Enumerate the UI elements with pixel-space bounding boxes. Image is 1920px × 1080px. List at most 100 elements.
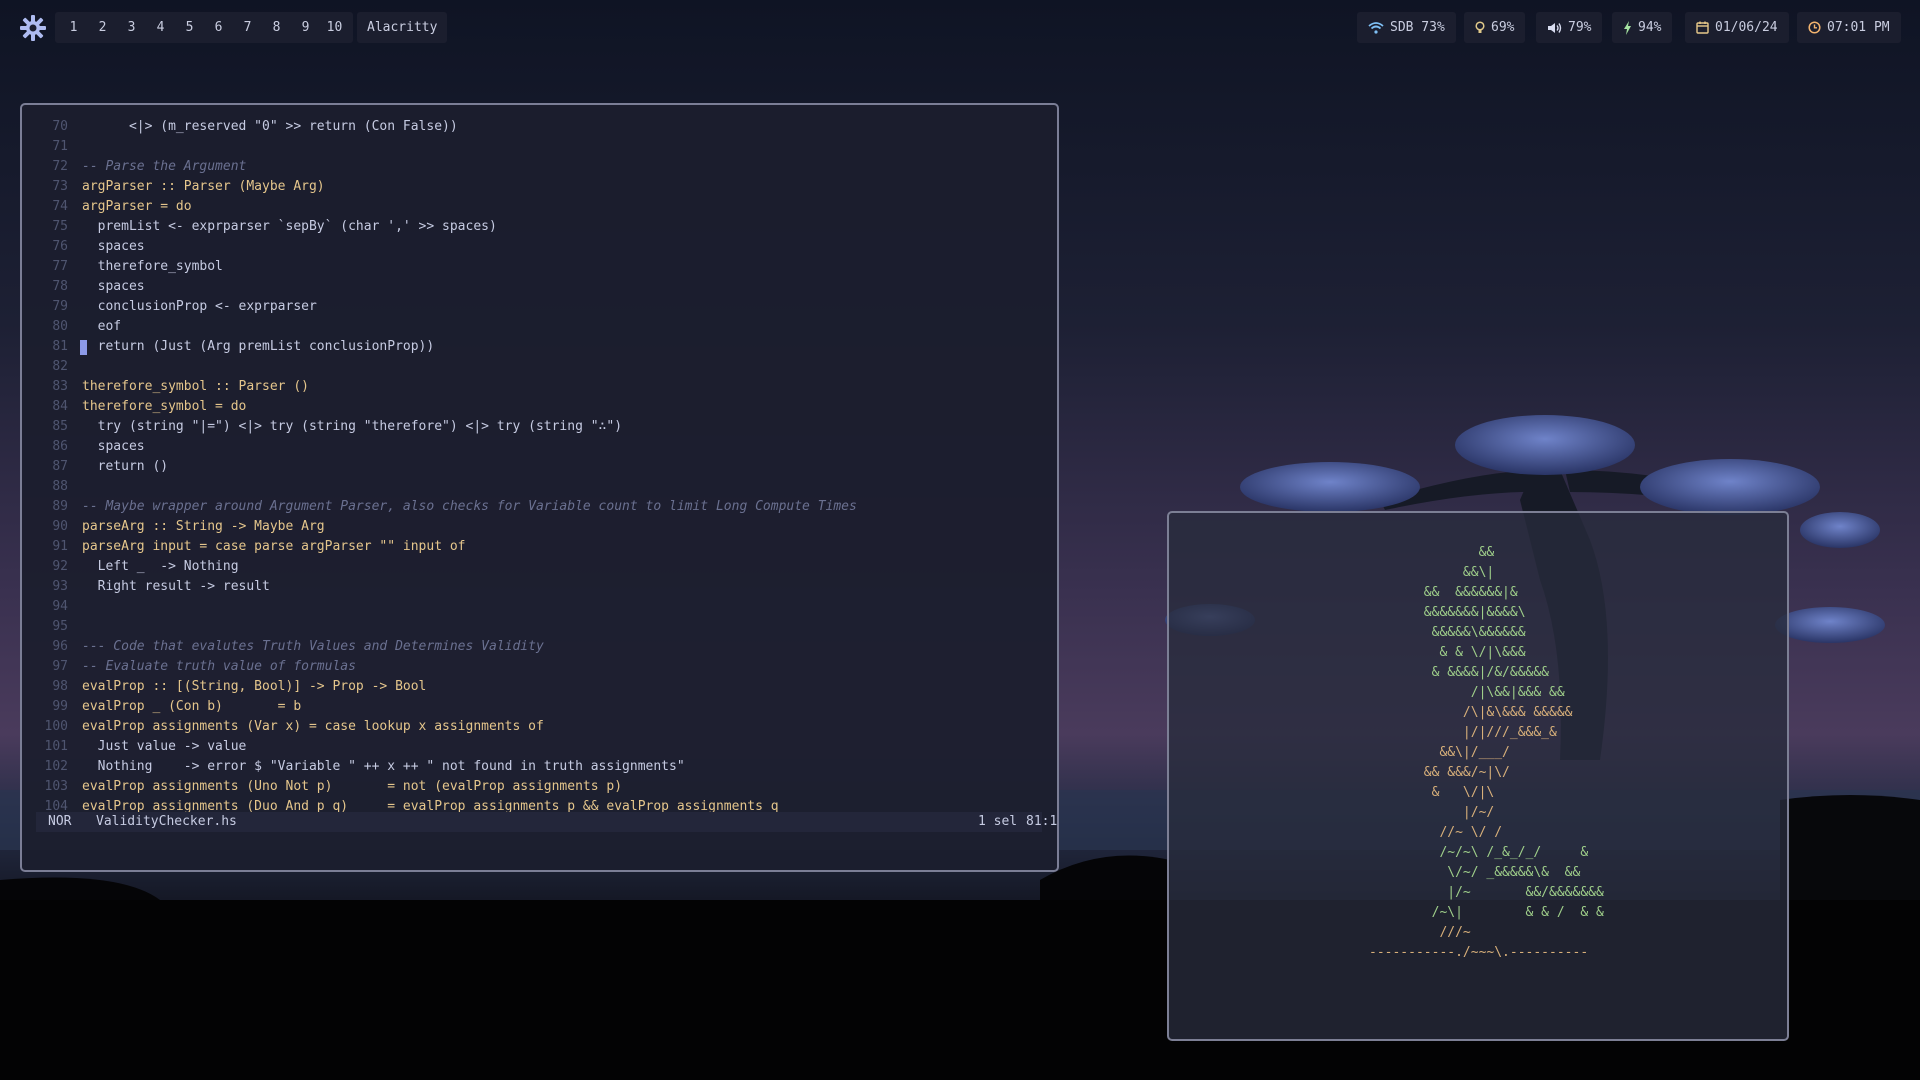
- code-line[interactable]: 96 --- Code that evalutes Truth Values an…: [22, 637, 1057, 657]
- code-line[interactable]: 88: [22, 477, 1057, 497]
- ascii-art-line: |/~/: [1462, 805, 1495, 820]
- code-buffer[interactable]: 70 <|> (m_reserved "0" >> return (Con Fa…: [22, 117, 1057, 817]
- wifi-icon: [1368, 21, 1384, 34]
- code-line[interactable]: 82: [22, 357, 1057, 377]
- line-text: therefore_symbol :: Parser (): [82, 379, 309, 394]
- ascii-art-window[interactable]: && &&\| && &&&&&&|& &&&&&&&|&&&&\ &&&&&\…: [1167, 511, 1789, 1041]
- code-line[interactable]: 97 -- Evaluate truth value of formulas: [22, 657, 1057, 677]
- ascii-tree-art: && &&\| && &&&&&&|& &&&&&&&|&&&&\ &&&&&\…: [1369, 543, 1604, 963]
- code-line[interactable]: 99 evalProp _ (Con b) = b: [22, 697, 1057, 717]
- code-line[interactable]: 92 Left _ -> Nothing: [22, 557, 1057, 577]
- code-line[interactable]: 98 evalProp :: [(String, Bool)] -> Prop -…: [22, 677, 1057, 697]
- code-line[interactable]: 84 therefore_symbol = do: [22, 397, 1057, 417]
- line-number: 80: [52, 319, 68, 334]
- volume-status[interactable]: 79%: [1536, 12, 1603, 43]
- code-line[interactable]: 101 Just value -> value: [22, 737, 1057, 757]
- mode-indicator: NOR: [48, 814, 72, 829]
- line-text: argParser = do: [82, 199, 192, 214]
- brightness-icon: [1475, 21, 1485, 33]
- code-line[interactable]: 70 <|> (m_reserved "0" >> return (Con Fa…: [22, 117, 1057, 137]
- code-line[interactable]: 93 Right result -> result: [22, 577, 1057, 597]
- brightness-label: 69%: [1491, 20, 1515, 35]
- line-number: 98: [52, 679, 68, 694]
- ascii-art-line: &&: [1478, 545, 1495, 560]
- code-line[interactable]: 91 parseArg input = case parse argParser …: [22, 537, 1057, 557]
- code-line[interactable]: 76 spaces: [22, 237, 1057, 257]
- line-text: evalProp _ (Con b) = b: [82, 699, 302, 714]
- line-text: therefore_symbol = do: [82, 399, 247, 414]
- workspace-7[interactable]: 7: [233, 20, 262, 35]
- workspace-5[interactable]: 5: [175, 20, 204, 35]
- code-line[interactable]: 100 evalProp assignments (Var x) = case l…: [22, 717, 1057, 737]
- line-number: 73: [52, 179, 68, 194]
- line-text: --- Code that evalutes Truth Values and …: [82, 639, 544, 654]
- editor-window[interactable]: 70 <|> (m_reserved "0" >> return (Con Fa…: [20, 103, 1059, 872]
- battery-status[interactable]: 94%: [1612, 12, 1673, 43]
- line-number: 75: [52, 219, 68, 234]
- settings-icon[interactable]: [16, 12, 50, 44]
- line-number: 101: [44, 739, 68, 754]
- workspace-2[interactable]: 2: [88, 20, 117, 35]
- code-line[interactable]: 73 argParser :: Parser (Maybe Arg): [22, 177, 1057, 197]
- line-number: 84: [52, 399, 68, 414]
- line-text: argParser :: Parser (Maybe Arg): [82, 179, 325, 194]
- code-line[interactable]: 75 premList <- exprparser `sepBy` (char …: [22, 217, 1057, 237]
- code-line[interactable]: 95: [22, 617, 1057, 637]
- workspace-8[interactable]: 8: [262, 20, 291, 35]
- line-number: 91: [52, 539, 68, 554]
- code-line[interactable]: 103 evalProp assignments (Uno Not p) = no…: [22, 777, 1057, 797]
- line-number: 87: [52, 459, 68, 474]
- code-line[interactable]: 79 conclusionProp <- exprparser: [22, 297, 1057, 317]
- code-line[interactable]: 77 therefore_symbol: [22, 257, 1057, 277]
- line-text: Nothing -> error $ "Variable " ++ x ++ "…: [82, 759, 685, 774]
- code-line[interactable]: 94: [22, 597, 1057, 617]
- line-number: 92: [52, 559, 68, 574]
- line-text: -- Maybe wrapper around Argument Parser,…: [82, 499, 857, 514]
- workspace-6[interactable]: 6: [204, 20, 233, 35]
- code-line[interactable]: 89 -- Maybe wrapper around Argument Parse…: [22, 497, 1057, 517]
- line-number: 82: [52, 359, 68, 374]
- code-line[interactable]: 87 return (): [22, 457, 1057, 477]
- battery-icon: [1624, 20, 1631, 35]
- ascii-art-line: & & \/|\&&&: [1439, 645, 1526, 660]
- ascii-art-line: /\|&\&&& &&&&&: [1462, 705, 1573, 720]
- line-number: 78: [52, 279, 68, 294]
- code-line[interactable]: 78 spaces: [22, 277, 1057, 297]
- ascii-art-line: & \/|\: [1431, 785, 1495, 800]
- workspace-10[interactable]: 10: [320, 20, 349, 35]
- code-line[interactable]: 80 eof: [22, 317, 1057, 337]
- date-status[interactable]: 01/06/24: [1685, 12, 1789, 43]
- code-line[interactable]: 85 try (string "|=") <|> try (string "th…: [22, 417, 1057, 437]
- brightness-status[interactable]: 69%: [1464, 12, 1526, 43]
- workspace-1[interactable]: 1: [59, 20, 88, 35]
- workspace-4[interactable]: 4: [146, 20, 175, 35]
- line-number: 70: [52, 119, 68, 134]
- code-line[interactable]: 90 parseArg :: String -> Maybe Arg: [22, 517, 1057, 537]
- ascii-art-line: && &&&&&&|&: [1423, 585, 1518, 600]
- text-cursor: [80, 340, 87, 355]
- calendar-icon: [1696, 21, 1709, 34]
- line-text: try (string "|=") <|> try (string "there…: [82, 419, 623, 434]
- code-line[interactable]: 86 spaces: [22, 437, 1057, 457]
- code-line[interactable]: 72 -- Parse the Argument: [22, 157, 1057, 177]
- code-line[interactable]: 71: [22, 137, 1057, 157]
- line-text: evalProp :: [(String, Bool)] -> Prop -> …: [82, 679, 427, 694]
- ascii-art-line: &&&&&\&&&&&&: [1431, 625, 1526, 640]
- line-number: 89: [52, 499, 68, 514]
- clock-icon: [1808, 21, 1821, 34]
- line-text: Left _ -> Nothing: [82, 559, 239, 574]
- ascii-art-line: |/~ &&/&&&&&&&: [1447, 885, 1604, 900]
- clock-status[interactable]: 07:01 PM: [1797, 12, 1901, 43]
- workspace-3[interactable]: 3: [117, 20, 146, 35]
- ascii-art-line: && &&&/~|\/: [1423, 765, 1510, 780]
- code-line[interactable]: 74 argParser = do: [22, 197, 1057, 217]
- wifi-status[interactable]: SDB 73%: [1357, 12, 1456, 43]
- code-line[interactable]: 102 Nothing -> error $ "Variable " ++ x …: [22, 757, 1057, 777]
- line-text: return (): [82, 459, 169, 474]
- code-line[interactable]: 83 therefore_symbol :: Parser (): [22, 377, 1057, 397]
- line-number: 103: [44, 779, 68, 794]
- workspace-9[interactable]: 9: [291, 20, 320, 35]
- line-number: 71: [52, 139, 68, 154]
- selection-count: 1 sel: [978, 814, 1018, 829]
- code-line[interactable]: 81 return (Just (Arg premList conclusion…: [22, 337, 1057, 357]
